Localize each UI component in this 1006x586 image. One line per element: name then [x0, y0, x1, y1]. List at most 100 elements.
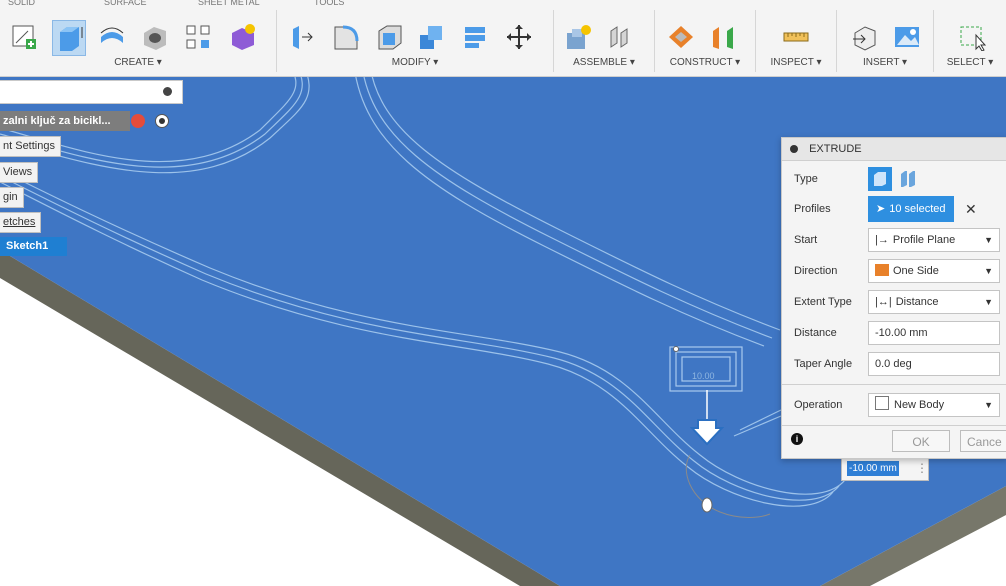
opaque-icon[interactable]	[131, 114, 145, 128]
operation-label: Operation	[794, 399, 843, 411]
start-select[interactable]: |→ Profile Plane ▼	[868, 228, 1000, 252]
assemble-menu[interactable]: ASSEMBLE ▾	[554, 57, 654, 68]
inspect-menu[interactable]: INSPECT ▾	[756, 57, 836, 68]
document-label: zalni ključ za bicikl...	[3, 115, 111, 127]
operation-value: New Body	[894, 399, 945, 411]
dialog-collapse-icon[interactable]	[790, 145, 798, 154]
group-select: SELECT ▾	[934, 10, 1006, 72]
browser-node-origin[interactable]: gin	[0, 187, 24, 208]
create-menu[interactable]: CREATE ▾	[0, 57, 276, 68]
ok-button[interactable]: OK	[892, 430, 950, 452]
taper-handle[interactable]	[701, 497, 713, 513]
taper-angle-label: Taper Angle	[794, 358, 853, 370]
row-extent-type: Extent Type |↔| Distance ▼	[782, 287, 1006, 317]
start-label: Start	[794, 234, 818, 246]
start-value: Profile Plane	[892, 234, 956, 246]
extent-type-select[interactable]: |↔| Distance ▼	[868, 290, 1000, 314]
operation-select[interactable]: New Body ▼	[868, 393, 1000, 417]
row-profiles: Profiles ➤ 10 selected ✕	[782, 194, 1006, 224]
rectangular-pattern-icon[interactable]	[182, 20, 214, 54]
sketch-dimension: 10.00	[692, 371, 715, 381]
row-type: Type	[782, 164, 1006, 194]
row-distance: Distance -10.00 mm	[782, 318, 1006, 348]
new-sketch-icon[interactable]	[8, 20, 40, 54]
move-icon[interactable]	[503, 20, 535, 54]
browser-node-named-views[interactable]: Views	[0, 162, 39, 183]
modify-menu[interactable]: MODIFY ▾	[277, 57, 553, 68]
select-menu[interactable]: SELECT ▾	[934, 57, 1006, 68]
midplane-icon[interactable]	[707, 20, 739, 54]
type-thin-icon[interactable]	[898, 169, 918, 189]
joint-icon[interactable]	[604, 20, 636, 54]
extent-type-label: Extent Type	[794, 296, 852, 308]
dimension-input-box[interactable]: -10.00 mm ⋮	[841, 457, 929, 481]
insert-derive-icon[interactable]	[849, 20, 881, 54]
group-construct: CONSTRUCT ▾	[655, 10, 756, 72]
new-component-icon[interactable]	[562, 20, 594, 54]
dimension-input[interactable]: -10.00 mm	[847, 461, 899, 476]
extrude-dialog-header[interactable]: EXTRUDE	[782, 138, 1006, 161]
press-pull-icon[interactable]	[287, 20, 319, 54]
extrude-dialog: EXTRUDE Type Profiles ➤ 10 selected ✕ Sta…	[781, 137, 1006, 459]
divider	[782, 384, 1006, 385]
browser-header[interactable]	[0, 80, 183, 104]
profiles-count: 10 selected	[889, 203, 946, 215]
type-label: Type	[794, 173, 818, 185]
one-side-icon	[875, 264, 889, 276]
extrude-icon[interactable]	[52, 20, 86, 56]
tab-solid[interactable]: SOLID	[8, 0, 35, 8]
direction-select[interactable]: One Side ▼	[868, 259, 1000, 283]
distance-icon: |↔|	[875, 296, 892, 308]
chevron-down-icon: ▼	[984, 400, 993, 410]
info-icon[interactable]: i	[791, 433, 803, 445]
browser-node-sketch1[interactable]: Sketch1	[0, 237, 67, 256]
extrude-title: EXTRUDE	[809, 143, 862, 155]
chevron-down-icon: ▼	[984, 235, 993, 245]
profiles-label: Profiles	[794, 203, 831, 215]
profile-point[interactable]	[673, 346, 679, 352]
direction-label: Direction	[794, 265, 838, 277]
revolve-icon[interactable]	[96, 20, 128, 54]
measure-icon[interactable]	[780, 20, 812, 54]
browser-node-sketches[interactable]: etches	[0, 212, 42, 233]
combine-icon[interactable]	[415, 20, 447, 54]
activate-radio-icon[interactable]	[155, 114, 169, 128]
create-form-icon[interactable]	[226, 20, 258, 54]
group-modify: MODIFY ▾	[277, 10, 554, 72]
profile-plane-icon: |→	[875, 234, 889, 246]
radio-dot	[159, 118, 165, 124]
row-direction: Direction One Side ▼	[782, 256, 1006, 286]
insert-menu[interactable]: INSERT ▾	[837, 57, 933, 68]
hole-icon[interactable]	[138, 20, 170, 54]
chevron-down-icon: ▼	[984, 266, 993, 276]
divider	[782, 425, 1006, 426]
browser-document-name[interactable]: zalni ključ za bicikl...	[0, 111, 130, 131]
type-solid-icon[interactable]	[868, 167, 892, 191]
group-create: CREATE ▾	[0, 10, 277, 72]
offset-plane-icon[interactable]	[665, 20, 697, 54]
toolbar: SOLID SURFACE SHEET METAL TOOLS CREATE ▾	[0, 0, 1006, 77]
offset-face-icon[interactable]	[459, 20, 491, 54]
clear-selection-icon[interactable]: ✕	[965, 201, 977, 218]
more-options-icon[interactable]: ⋮	[916, 461, 928, 476]
row-operation: Operation New Body ▼	[782, 390, 1006, 420]
construct-menu[interactable]: CONSTRUCT ▾	[655, 57, 755, 68]
insert-image-icon[interactable]	[891, 20, 923, 54]
profiles-selection[interactable]: ➤ 10 selected	[868, 196, 954, 222]
extent-type-value: Distance	[895, 296, 939, 308]
direction-value: One Side	[893, 265, 939, 277]
taper-angle-input[interactable]: 0.0 deg	[868, 352, 1000, 376]
new-body-icon	[875, 396, 889, 410]
tab-surface[interactable]: SURFACE	[104, 0, 147, 8]
browser-toggle-icon[interactable]	[163, 87, 172, 96]
cancel-button[interactable]: Cance	[960, 430, 1006, 452]
shell-icon[interactable]	[373, 20, 405, 54]
row-start: Start |→ Profile Plane ▼	[782, 225, 1006, 255]
tab-sheet-metal[interactable]: SHEET METAL	[198, 0, 260, 8]
cursor-icon: ➤	[876, 203, 886, 215]
tab-tools[interactable]: TOOLS	[314, 0, 344, 8]
browser-node-document-settings[interactable]: nt Settings	[0, 136, 61, 157]
fillet-icon[interactable]	[329, 20, 361, 54]
select-icon[interactable]	[956, 20, 988, 54]
distance-input[interactable]: -10.00 mm	[868, 321, 1000, 345]
